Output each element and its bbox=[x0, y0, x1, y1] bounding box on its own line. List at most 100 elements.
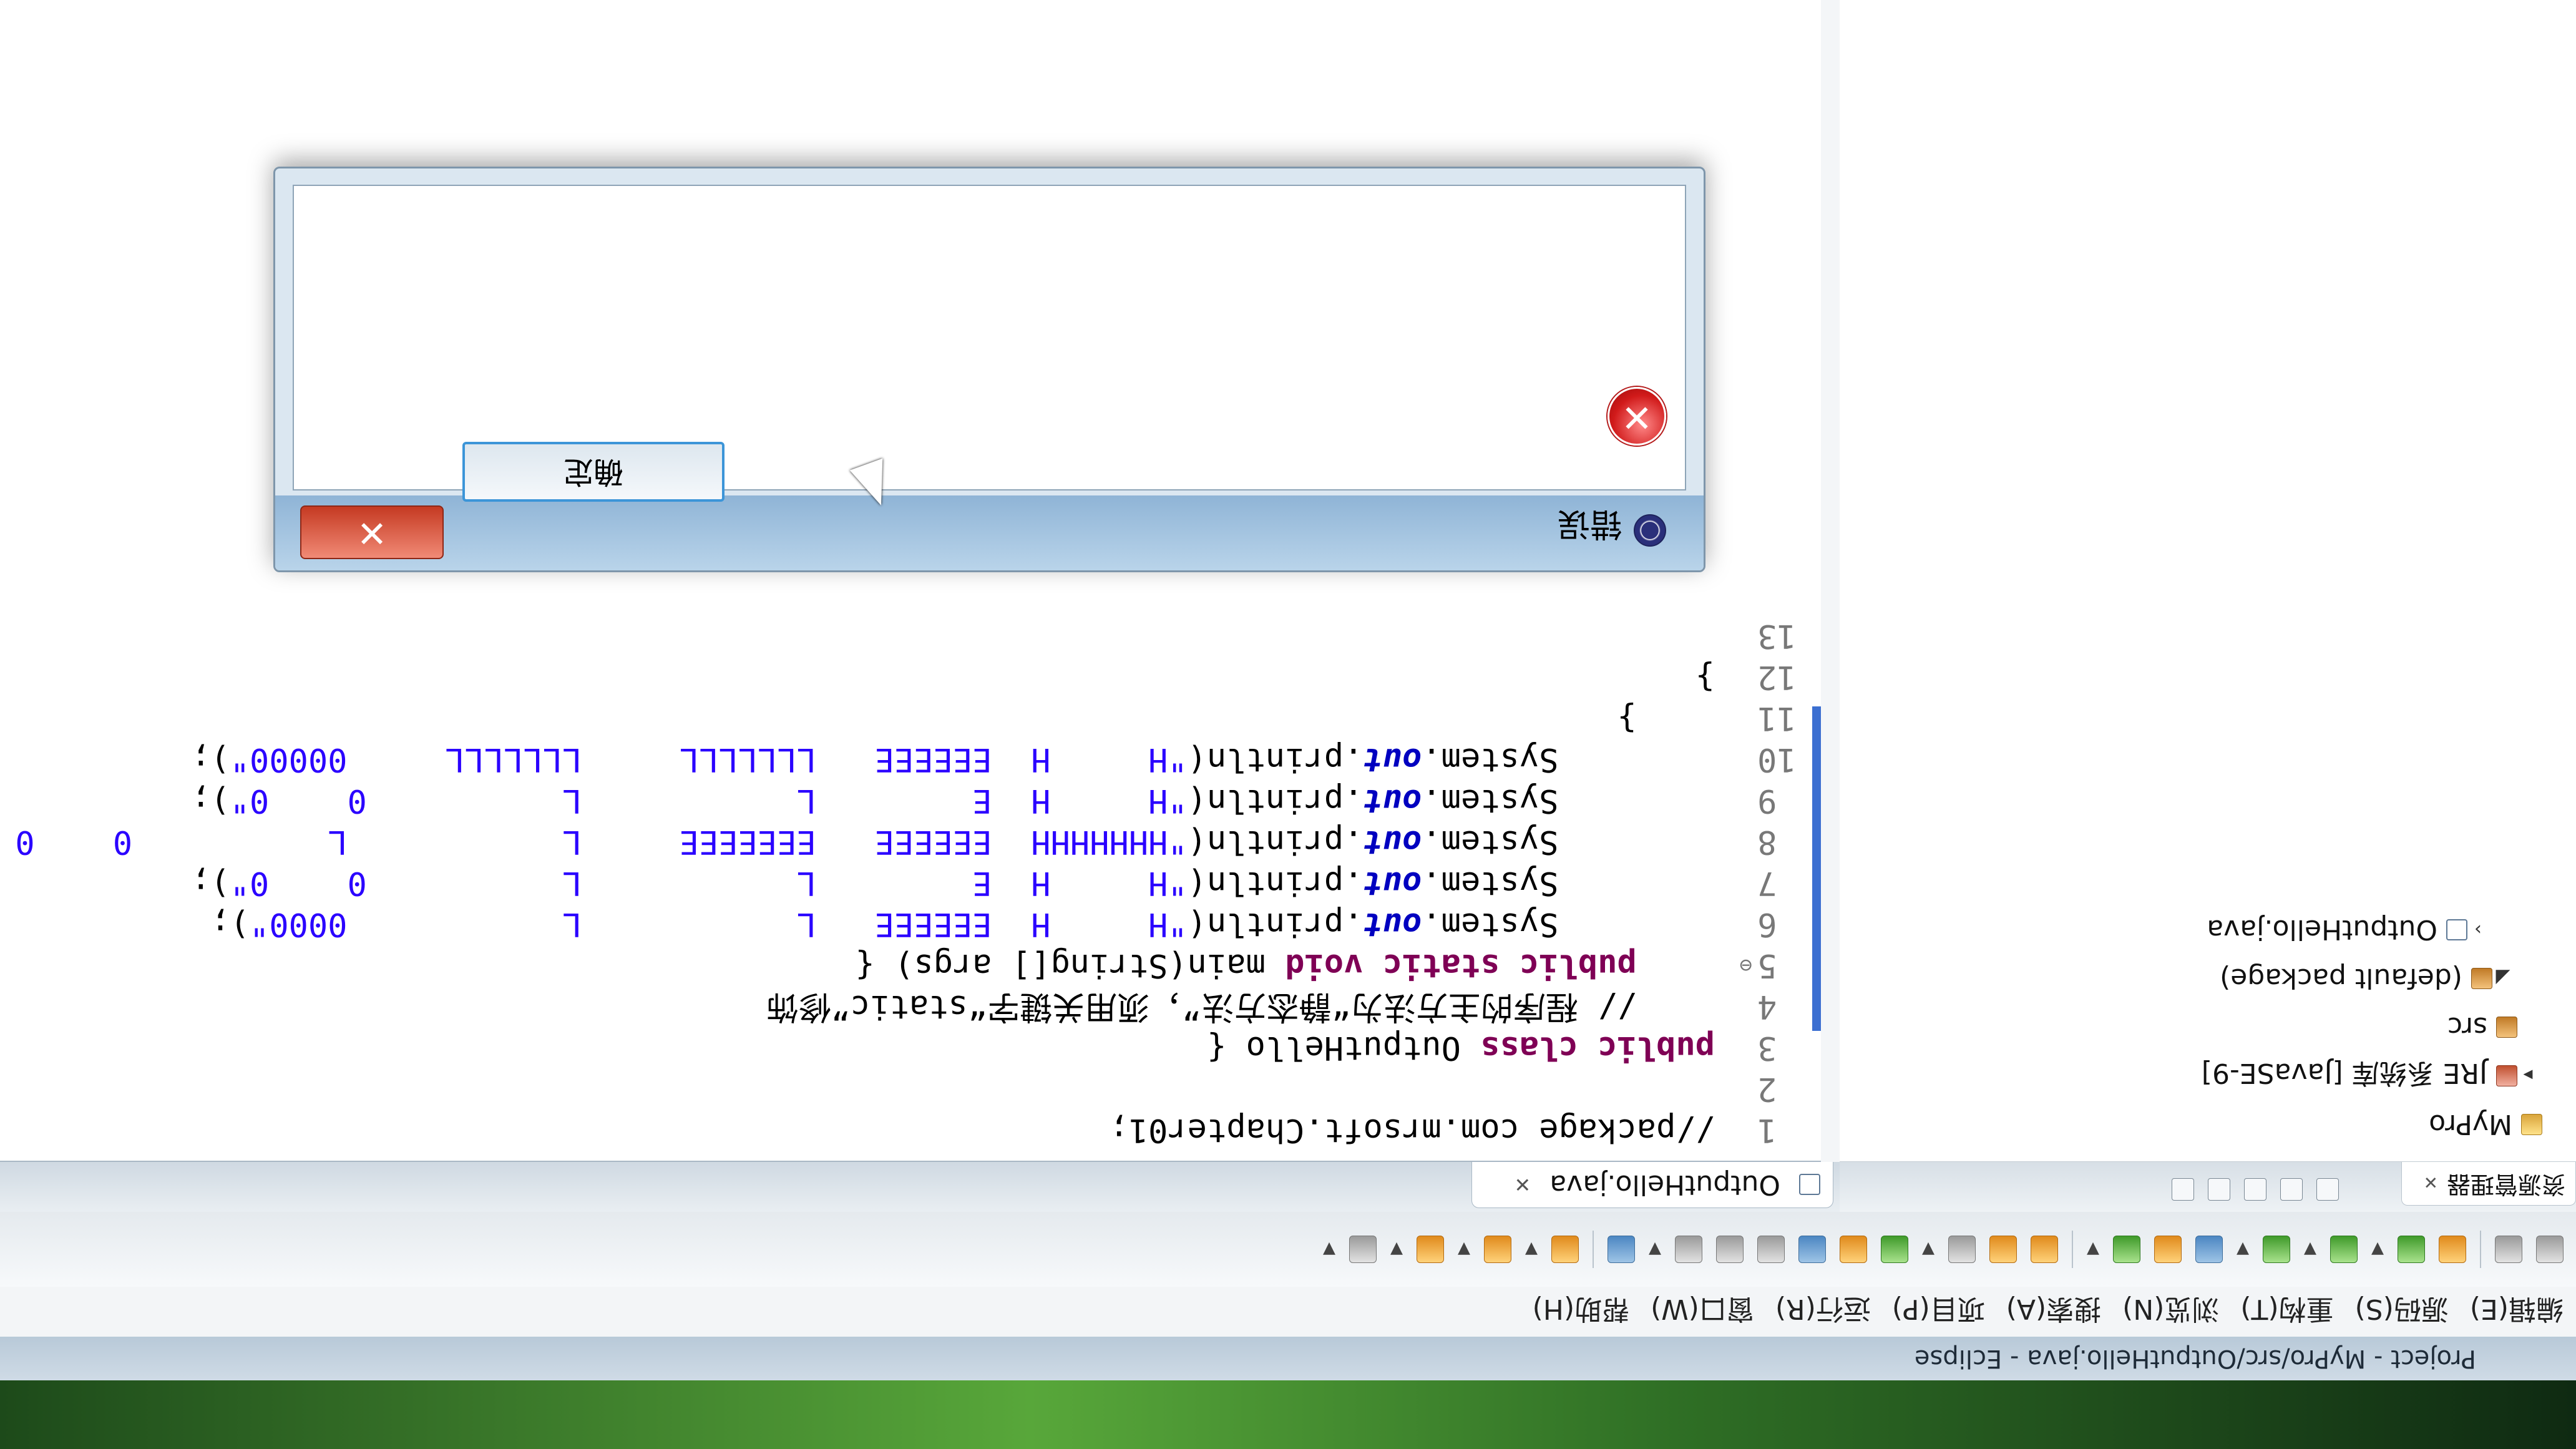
tab-resource-explorer[interactable]: 资源管理器 ✕ bbox=[2401, 1162, 2576, 1206]
save-icon[interactable] bbox=[2495, 1236, 2522, 1263]
globe-icon[interactable] bbox=[1675, 1236, 1702, 1263]
expand-toggle-icon[interactable]: ◢ bbox=[2492, 968, 2514, 990]
tree-item[interactable]: › OutputHello.java bbox=[1840, 905, 2576, 954]
next-annotation-icon[interactable] bbox=[1551, 1236, 1579, 1263]
dialog-titlebar[interactable]: 错误 ✕ bbox=[275, 495, 1704, 570]
collapse-all-icon[interactable] bbox=[2316, 1178, 2339, 1201]
view-menu-icon[interactable] bbox=[2244, 1178, 2266, 1201]
chevron-down-icon[interactable]: ▼ bbox=[1323, 1240, 1335, 1259]
last-edit-icon[interactable] bbox=[1417, 1236, 1444, 1263]
line-number: 2 bbox=[1757, 1070, 1777, 1108]
chevron-down-icon[interactable]: ▼ bbox=[2087, 1240, 2099, 1259]
menu-item[interactable]: 重构(T) bbox=[2240, 1292, 2333, 1332]
debug-icon[interactable] bbox=[2398, 1236, 2425, 1263]
line-number: 6 bbox=[1757, 905, 1777, 943]
run-icon[interactable] bbox=[2330, 1236, 2358, 1263]
package-explorer: 资源管理器 ✕ MyPro ▸ JRE 系统库 [JavaSE-9] src ◢ (defa… bbox=[1838, 0, 2576, 1212]
maximize-icon[interactable] bbox=[2172, 1178, 2194, 1201]
close-icon[interactable]: ✕ bbox=[2424, 1172, 2438, 1193]
chevron-down-icon[interactable]: ▼ bbox=[1390, 1240, 1403, 1259]
tree-item[interactable]: ◢ (default package) bbox=[1840, 954, 2576, 1003]
code-token: .println( bbox=[1187, 741, 1364, 778]
menu-item[interactable]: 帮助(H) bbox=[1533, 1292, 1629, 1332]
external-tools-icon[interactable] bbox=[2263, 1236, 2290, 1263]
code-token: "H H EEEEEE LLLLLLL LLLLLLL 00000" bbox=[230, 741, 1188, 778]
chevron-down-icon[interactable]: ▼ bbox=[1649, 1240, 1661, 1259]
toggle-mark-icon[interactable] bbox=[1798, 1236, 1826, 1263]
open-type-icon[interactable] bbox=[2031, 1236, 2058, 1263]
code-line: 1 //package com.mrsoft.Chapter01; bbox=[30, 1110, 1840, 1151]
annotation-icon[interactable] bbox=[1881, 1236, 1908, 1263]
open-task-icon[interactable] bbox=[1989, 1236, 2017, 1263]
minimize-icon[interactable] bbox=[2208, 1178, 2230, 1201]
chevron-down-icon[interactable]: ▼ bbox=[1525, 1240, 1538, 1259]
menu-item[interactable]: 源码(S) bbox=[2355, 1292, 2449, 1332]
menu-item[interactable]: 搜索(A) bbox=[2006, 1292, 2101, 1332]
ok-button[interactable]: 确定 bbox=[462, 442, 724, 502]
menu-item[interactable]: 编辑(E) bbox=[2470, 1292, 2564, 1332]
chevron-down-icon[interactable]: ▼ bbox=[2237, 1240, 2249, 1259]
show-whitespace-icon[interactable] bbox=[1716, 1236, 1744, 1263]
code-text: System.out.println("H H E L L 0 0"); bbox=[191, 780, 1715, 821]
code-text: } bbox=[1695, 656, 1715, 698]
search-icon[interactable] bbox=[1948, 1236, 1976, 1263]
line-number: 7 bbox=[1757, 864, 1777, 902]
pin-icon[interactable] bbox=[1608, 1236, 1635, 1263]
project-icon bbox=[2521, 1114, 2542, 1135]
close-icon[interactable]: ✕ bbox=[1514, 1173, 1531, 1197]
tab-label: OutputHello.java bbox=[1549, 1169, 1780, 1201]
code-token: .println( bbox=[1187, 905, 1364, 943]
code-token: out bbox=[1363, 741, 1422, 778]
error-dialog: 错误 ✕ ✕ 确定 bbox=[273, 167, 1705, 572]
chevron-down-icon[interactable]: ▼ bbox=[2371, 1240, 2384, 1259]
tree-item[interactable]: ▸ JRE 系统库 [JavaSE-9] bbox=[1840, 1051, 2576, 1100]
code-token: out bbox=[1363, 782, 1422, 819]
highlight-icon[interactable] bbox=[1840, 1236, 1867, 1263]
library-icon bbox=[2496, 1065, 2517, 1086]
new-package-icon[interactable] bbox=[2154, 1236, 2182, 1263]
fold-toggle-icon[interactable]: ⊖ bbox=[1740, 945, 1752, 986]
code-text: System.out.println("H H E L L 0 0"); bbox=[191, 862, 1715, 904]
link-editor-icon[interactable] bbox=[2280, 1178, 2303, 1201]
settings-icon[interactable] bbox=[2439, 1236, 2466, 1263]
code-token: ); bbox=[191, 782, 230, 819]
tree-item[interactable]: MyPro bbox=[1840, 1100, 2576, 1149]
menu-item[interactable]: 运行(R) bbox=[1775, 1292, 1871, 1332]
explorer-header: 资源管理器 ✕ bbox=[1840, 1161, 2576, 1212]
expand-toggle-icon[interactable]: ▸ bbox=[2517, 1065, 2539, 1087]
code-token: out bbox=[1363, 823, 1422, 861]
new-java-project-icon[interactable] bbox=[2195, 1236, 2223, 1263]
code-token: OutputHello { bbox=[1207, 1029, 1461, 1066]
tab-outputhello-java[interactable]: OutputHello.java ✕ bbox=[1471, 1162, 1833, 1208]
block-selection-icon[interactable] bbox=[1757, 1236, 1785, 1263]
code-text: // 程序的主方法为“静态方法”，须用关键字“static”修饰 bbox=[766, 986, 1715, 1027]
code-token: //package com.mrsoft.Chapter01; bbox=[1109, 1111, 1715, 1149]
chevron-down-icon[interactable]: ▼ bbox=[1458, 1240, 1470, 1259]
line-number: 8 bbox=[1757, 823, 1777, 861]
new-icon[interactable] bbox=[2536, 1236, 2564, 1263]
tree-item[interactable]: src bbox=[1840, 1003, 2576, 1051]
code-text: } bbox=[1617, 698, 1715, 739]
chevron-down-icon[interactable]: ▼ bbox=[1922, 1240, 1934, 1259]
code-line: 10 System.out.println("H H EEEEEE LLLLLL… bbox=[30, 739, 1840, 780]
dialog-close-button[interactable]: ✕ bbox=[300, 505, 444, 559]
code-line: 12} bbox=[30, 656, 1840, 698]
java-file-icon bbox=[1799, 1174, 1820, 1196]
back-icon[interactable] bbox=[1349, 1236, 1377, 1263]
chevron-down-icon[interactable]: ▼ bbox=[2304, 1240, 2316, 1259]
code-token: "H H E L L 0 0" bbox=[230, 782, 1188, 819]
code-token: "HHHHHHH EEEEEE EEEEEEE L L 0 0 " bbox=[0, 823, 1188, 861]
main-toolbar: ▼ ▼ ▼ ▼ ▼ ▼ ▼ ▼ ▼ ▼ bbox=[0, 1211, 2576, 1287]
code-line: 9 System.out.println("H H E L L 0 0"); bbox=[30, 780, 1840, 821]
menu-item[interactable]: 浏览(N) bbox=[2122, 1292, 2219, 1332]
menu-item[interactable]: 窗口(W) bbox=[1651, 1292, 1754, 1332]
code-token: main(String[] args) { bbox=[855, 947, 1266, 984]
window-title: Project - MyPro/src/OutputHello.java - E… bbox=[1914, 1344, 2476, 1373]
dialog-body: ✕ 确定 bbox=[293, 185, 1686, 502]
menu-item[interactable]: 项目(P) bbox=[1892, 1292, 1985, 1332]
code-token: out bbox=[1363, 864, 1422, 902]
expand-toggle-icon[interactable]: › bbox=[2467, 919, 2489, 941]
new-class-icon[interactable] bbox=[2113, 1236, 2140, 1263]
previous-annotation-icon[interactable] bbox=[1484, 1236, 1511, 1263]
tree-item-label: (default package) bbox=[2220, 962, 2462, 995]
